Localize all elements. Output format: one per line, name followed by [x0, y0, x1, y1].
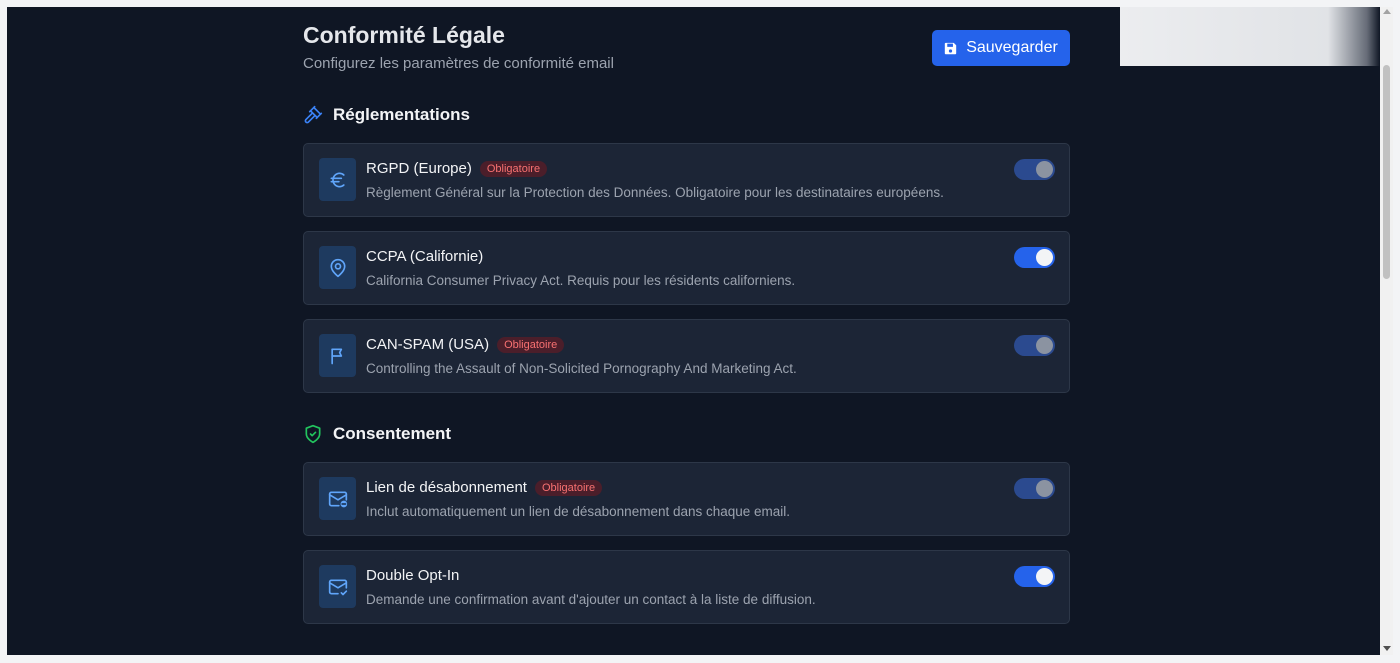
card-icon-box: [319, 246, 356, 289]
double-opt-in-toggle[interactable]: [1014, 566, 1055, 587]
card-title-row: Double Opt-In: [366, 567, 459, 584]
card-title: Double Opt-In: [366, 567, 460, 584]
gavel-icon: [304, 105, 323, 124]
toggle-knob: [1036, 568, 1053, 585]
map-pin-icon: [330, 258, 345, 277]
setting-card-unsubscribe: Lien de désabonnement Obligatoire Inclut…: [303, 462, 1070, 536]
shield-check-icon: [305, 424, 321, 444]
card-title: RGPD (Europe): [366, 160, 472, 177]
toggle-knob: [1036, 480, 1053, 497]
mail-check-icon: [328, 579, 347, 595]
flag-icon: [330, 348, 342, 364]
card-icon-box: [319, 477, 356, 520]
card-title: CCPA (Californie): [366, 248, 484, 265]
card-title-row: Lien de désabonnement Obligatoire: [366, 479, 603, 496]
card-description: California Consumer Privacy Act. Requis …: [366, 273, 796, 288]
card-description: Controlling the Assault of Non-Solicited…: [366, 361, 797, 376]
setting-card-can-spam: CAN-SPAM (USA) Obligatoire Controlling t…: [303, 319, 1070, 393]
required-badge: Obligatoire: [497, 336, 565, 353]
euro-icon: [330, 171, 345, 188]
scroll-thumb[interactable]: [1383, 65, 1390, 279]
required-badge: Obligatoire: [534, 479, 603, 496]
card-icon-box: [319, 158, 356, 201]
vertical-scrollbar[interactable]: [1380, 7, 1393, 655]
section-title-reglementations: Réglementations: [303, 105, 470, 125]
setting-card-double-opt-in: Double Opt-In Demande une confirmation a…: [303, 550, 1070, 624]
page-title: Conformité Légale: [303, 22, 505, 48]
setting-card-rgpd: RGPD (Europe) Obligatoire Règlement Géné…: [303, 143, 1070, 217]
setting-card-ccpa: CCPA (Californie) California Consumer Pr…: [303, 231, 1070, 305]
card-title: CAN-SPAM (USA): [366, 336, 490, 353]
card-title: Lien de désabonnement: [366, 479, 527, 496]
card-title-row: CAN-SPAM (USA) Obligatoire: [366, 336, 565, 353]
unsubscribe-link-toggle[interactable]: [1014, 478, 1055, 499]
required-badge: Obligatoire: [479, 160, 548, 177]
mail-minus-icon: [328, 491, 347, 507]
rgpd-toggle[interactable]: [1014, 159, 1055, 180]
scroll-down-arrow[interactable]: [1383, 646, 1391, 651]
save-button[interactable]: Sauvegarder: [932, 30, 1070, 66]
window-overlay: [1120, 7, 1380, 66]
section-title-label: Consentement: [333, 424, 452, 443]
card-description: Règlement Général sur la Protection des …: [366, 185, 944, 200]
card-description: Demande une confirmation avant d'ajouter…: [366, 592, 816, 607]
card-title-row: CCPA (Californie): [366, 248, 483, 265]
toggle-knob: [1036, 249, 1053, 266]
section-title-label: Réglementations: [333, 105, 470, 124]
card-icon-box: [319, 565, 356, 608]
card-title-row: RGPD (Europe) Obligatoire: [366, 160, 548, 177]
page-subtitle: Configurez les paramètres de conformité …: [303, 55, 614, 72]
section-title-consentement: Consentement: [303, 424, 451, 444]
floppy-disk-icon: [945, 42, 957, 54]
card-description: Inclut automatiquement un lien de désabo…: [366, 504, 791, 519]
toggle-knob: [1036, 161, 1053, 178]
can-spam-toggle[interactable]: [1014, 335, 1055, 356]
save-button-label: Sauvegarder: [966, 39, 1058, 56]
page-header: Conformité Légale Configurez les paramèt…: [303, 22, 1070, 82]
ccpa-toggle[interactable]: [1014, 247, 1055, 268]
card-icon-box: [319, 334, 356, 377]
toggle-knob: [1036, 337, 1053, 354]
scroll-up-arrow[interactable]: [1383, 9, 1391, 14]
